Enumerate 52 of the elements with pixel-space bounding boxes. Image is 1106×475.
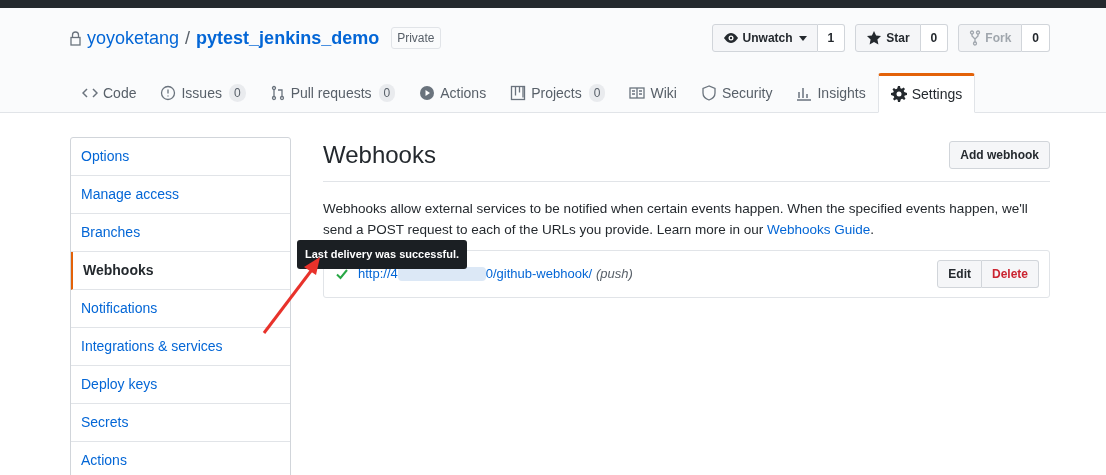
menu-item[interactable]: Notifications (71, 290, 290, 328)
lock-icon (70, 30, 81, 46)
play-icon (419, 85, 436, 101)
pull-request-icon (269, 85, 286, 101)
graph-icon (796, 85, 813, 101)
count-label: 0 (920, 24, 949, 52)
delete-button[interactable]: Delete (981, 260, 1039, 288)
page-title: Webhooks (323, 140, 436, 170)
menu-item[interactable]: Actions (71, 442, 290, 475)
eye-icon (722, 30, 739, 46)
url-end: 0/github-webhook/ (485, 265, 592, 284)
repo-tab[interactable]: Actions (407, 73, 499, 113)
menu-item[interactable]: Options (71, 138, 290, 176)
count-badge: 0 (378, 84, 396, 102)
caret-icon (798, 35, 807, 41)
visibility-label: Private (391, 27, 441, 49)
menu-item[interactable]: Branches (71, 214, 290, 252)
repo-tab[interactable]: Projects 0 (498, 73, 618, 113)
repo-tab[interactable]: Issues 0 (148, 73, 258, 113)
repo-tab[interactable]: Code (70, 73, 149, 113)
menu-item[interactable]: Webhooks (71, 252, 290, 290)
repo-tab[interactable]: Pull requests 0 (257, 73, 408, 113)
repo-name-link[interactable]: pytest_jenkins_demo (196, 24, 380, 52)
shield-icon (700, 85, 717, 101)
owner-link[interactable]: yoyoketang (87, 24, 180, 52)
menu-item[interactable]: Secrets (71, 404, 290, 442)
guide-link[interactable]: Webhooks Guide (767, 222, 871, 237)
add-webhook-button[interactable]: Add webhook (949, 141, 1050, 169)
star-button[interactable]: Star (855, 24, 921, 52)
menu-item[interactable]: Manage access (71, 176, 290, 214)
repo-tab[interactable]: Security (688, 73, 785, 113)
count-badge: 0 (588, 84, 606, 102)
count-label: 1 (817, 24, 846, 52)
board-icon (510, 85, 527, 101)
edit-button[interactable]: Edit (937, 260, 982, 288)
count-label: 0 (1022, 24, 1050, 52)
repo-tab[interactable]: Insights (784, 73, 878, 113)
gear-icon (890, 86, 907, 102)
star-icon (866, 30, 883, 46)
watch-button[interactable]: Unwatch (711, 24, 818, 52)
issue-icon (160, 85, 177, 101)
fork-icon (969, 30, 982, 46)
menu-item[interactable]: Deploy keys (71, 366, 290, 404)
repo-tab[interactable]: Settings (877, 73, 976, 113)
repo-tab[interactable]: Wiki (617, 73, 689, 113)
description-text: Webhooks allow external services to be notified when certain events happen. When the specified events happen, we'll send a POST request to each of the URLs you provide. Learn more in our Webhooks Guide. (323, 200, 1029, 239)
menu-item[interactable]: Integrations & services (71, 328, 290, 366)
event-label: (push) (596, 265, 633, 284)
tooltip: Last delivery was successful. (297, 240, 468, 269)
book-icon (629, 85, 646, 101)
count-badge: 0 (228, 84, 246, 102)
path-separator: / (185, 26, 191, 50)
